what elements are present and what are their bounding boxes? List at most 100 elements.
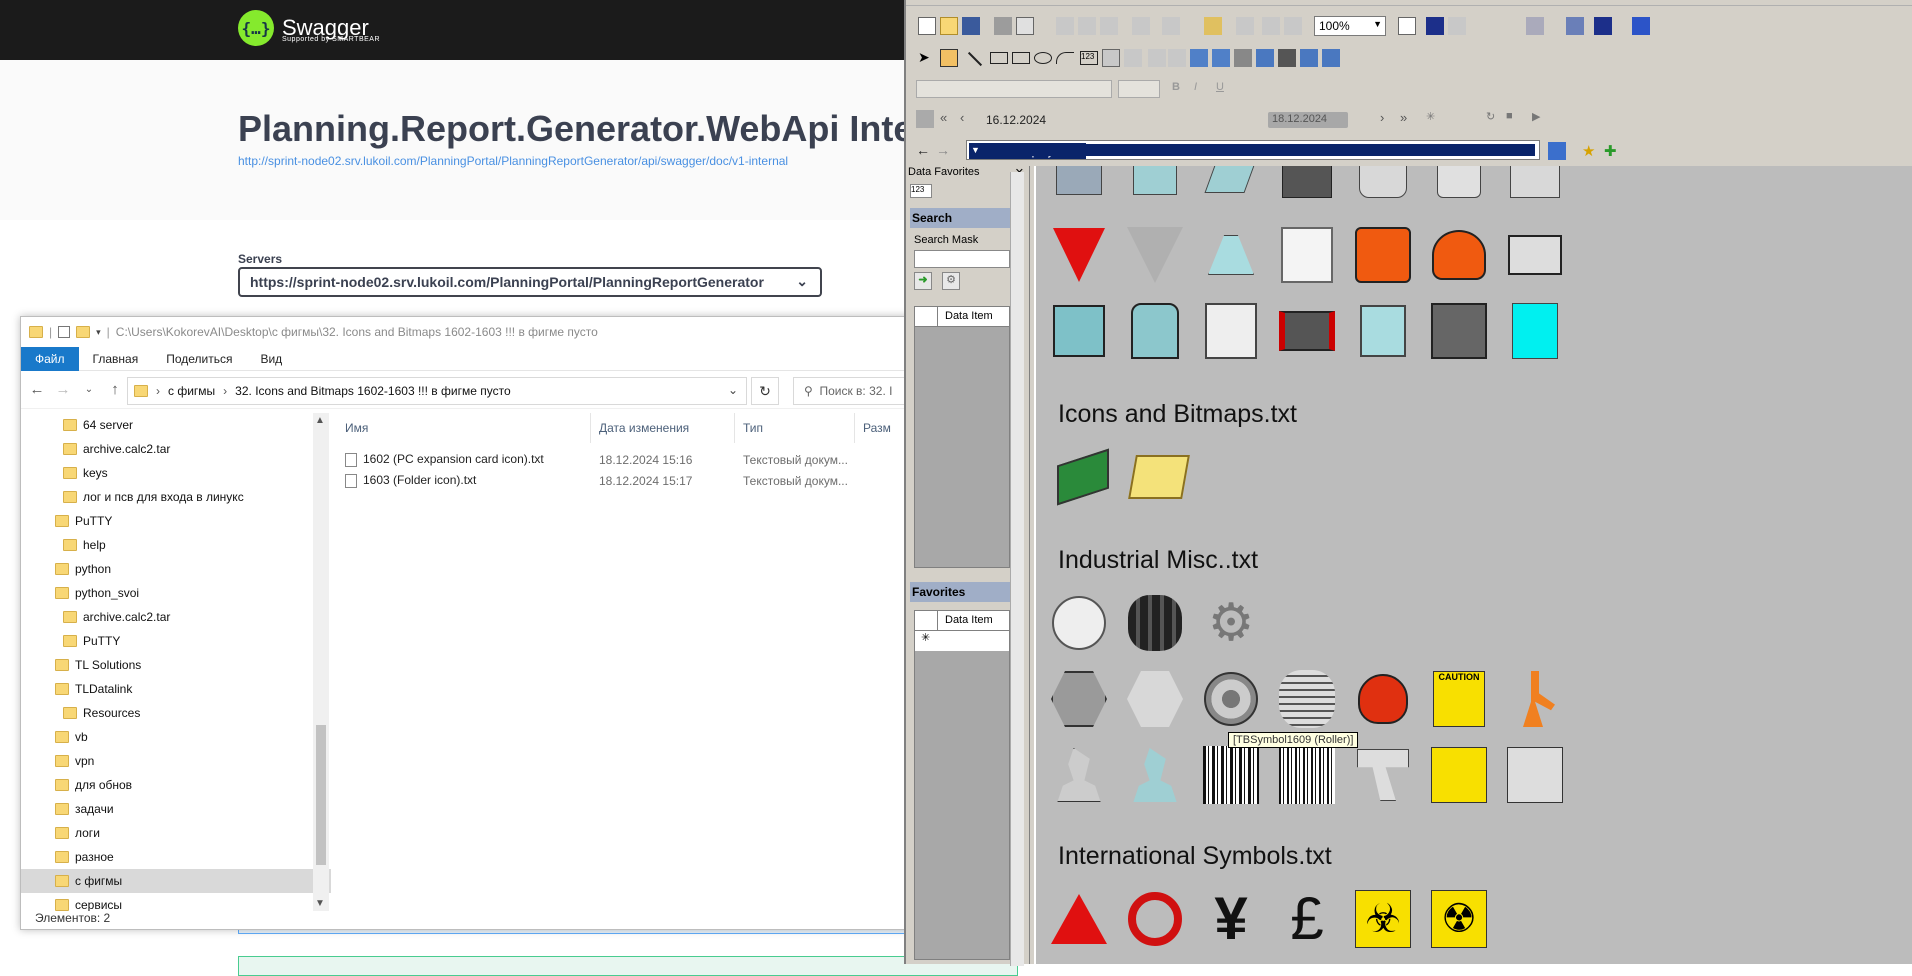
display-path-field[interactable]: D:\Distr\Display2.PDI▼: [966, 140, 1540, 160]
symbol-tile[interactable]: [1354, 302, 1412, 360]
time-range-icon[interactable]: [916, 110, 934, 128]
line-tool-icon[interactable]: [967, 51, 983, 67]
run-icon[interactable]: [1204, 17, 1222, 35]
step-back-icon[interactable]: ‹: [960, 110, 978, 128]
back-arrow-icon[interactable]: ←: [916, 142, 934, 160]
file-row[interactable]: 1603 (Folder icon).txt 18.12.2024 15:17 Те…: [337, 470, 911, 491]
ribbon-tab-home[interactable]: Главная: [79, 347, 153, 371]
spec-url-link[interactable]: http://sprint-node02.srv.lukoil.com/Plan…: [238, 154, 788, 168]
stop-icon[interactable]: ■: [1506, 110, 1524, 128]
symbol-tile[interactable]: [1430, 166, 1488, 204]
new-folder-icon[interactable]: [76, 326, 91, 338]
symbol-tile[interactable]: [1202, 670, 1260, 728]
tree-item[interactable]: vb: [21, 725, 331, 749]
data-item-column[interactable]: Data Item: [915, 307, 1009, 327]
save-icon[interactable]: [962, 17, 980, 35]
tree-item[interactable]: логи: [21, 821, 331, 845]
symbol-tile[interactable]: [1126, 226, 1184, 284]
open-folder-icon[interactable]: [940, 17, 958, 35]
warning-triangle-icon[interactable]: [1050, 890, 1108, 948]
rectangle-tool-icon[interactable]: [990, 52, 1008, 64]
operation-post[interactable]: [238, 956, 1018, 976]
now-icon[interactable]: ✳: [1426, 110, 1444, 128]
search-options-button[interactable]: ⚙: [942, 272, 960, 290]
caution-sign[interactable]: CAUTION: [1430, 670, 1488, 728]
info-icon[interactable]: [1448, 17, 1466, 35]
favorites-grid[interactable]: Data Item ✳: [914, 610, 1010, 960]
tree-item[interactable]: python_svoi: [21, 581, 331, 605]
column-size[interactable]: Разм: [855, 413, 911, 443]
help-icon[interactable]: [1426, 17, 1444, 35]
spring-symbol[interactable]: [1278, 670, 1336, 728]
print-icon[interactable]: [994, 17, 1012, 35]
symbol-tile[interactable]: [1202, 302, 1260, 360]
italic-icon[interactable]: I: [1194, 81, 1212, 99]
tree-item[interactable]: help: [21, 533, 331, 557]
symbol-tile[interactable]: [1050, 670, 1108, 728]
prohibited-icon[interactable]: [1126, 890, 1184, 948]
symbol-tile[interactable]: [1430, 302, 1488, 360]
step-forward-icon[interactable]: ›: [1380, 110, 1398, 128]
radiation-icon[interactable]: ☢: [1430, 890, 1488, 948]
calendar-icon[interactable]: [1322, 49, 1340, 67]
symbol-tile[interactable]: [1050, 226, 1108, 284]
barcode-symbol[interactable]: [1278, 746, 1336, 804]
home-icon[interactable]: [1548, 142, 1566, 160]
table-icon[interactable]: [1300, 49, 1318, 67]
play-icon[interactable]: [1594, 17, 1612, 35]
play-icon[interactable]: ▶: [1532, 110, 1550, 128]
spool-symbol[interactable]: [1506, 746, 1564, 804]
disk-symbol[interactable]: [1050, 594, 1108, 652]
robot-arm-symbol[interactable]: [1506, 670, 1564, 728]
scroll-up-icon[interactable]: ▲: [315, 415, 325, 426]
symbol-icon[interactable]: [1234, 49, 1252, 67]
pc-expansion-card-icon[interactable]: [1054, 448, 1112, 506]
symbol-tile[interactable]: [1126, 302, 1184, 360]
undo-icon[interactable]: [1132, 17, 1150, 35]
underline-icon[interactable]: U: [1216, 81, 1234, 99]
tree-item[interactable]: TL Solutions: [21, 653, 331, 677]
ribbon-tab-share[interactable]: Поделиться: [152, 347, 246, 371]
copy-icon[interactable]: [1078, 17, 1096, 35]
tree-item[interactable]: задачи: [21, 797, 331, 821]
measure-icon[interactable]: [1632, 17, 1650, 35]
tree-item[interactable]: 64 server: [21, 413, 331, 437]
tree-item[interactable]: python: [21, 557, 331, 581]
scanner-gun-symbol[interactable]: [1354, 746, 1412, 804]
control-icon[interactable]: [1278, 49, 1296, 67]
data-item-column[interactable]: Data Item: [915, 611, 1009, 631]
format-select[interactable]: 123: [910, 184, 932, 198]
ribbon-tab-view[interactable]: Вид: [246, 347, 296, 371]
symbol-tile[interactable]: [1202, 166, 1260, 204]
refresh-icon[interactable]: ↻: [1486, 110, 1504, 128]
tree-item[interactable]: Resources: [21, 701, 331, 725]
symbol-tile[interactable]: [1202, 226, 1260, 284]
symbol-tile[interactable]: [1050, 166, 1108, 204]
image-icon[interactable]: [1212, 49, 1230, 67]
symbol-tile[interactable]: [1278, 302, 1336, 360]
tree-item[interactable]: keys: [21, 461, 331, 485]
robot-arm-symbol[interactable]: [1050, 746, 1108, 804]
tree-item[interactable]: разное: [21, 845, 331, 869]
bar-chart-icon[interactable]: [1190, 49, 1208, 67]
back-arrow-icon[interactable]: ←: [29, 381, 45, 398]
quick-access-dropdown-icon[interactable]: ▾: [96, 327, 101, 338]
cut-icon[interactable]: [1056, 17, 1074, 35]
symbol-tile[interactable]: [1506, 302, 1564, 360]
symbol-tile[interactable]: [1354, 166, 1412, 204]
start-time-field[interactable]: 16.12.2024: [980, 110, 1260, 130]
tree-item[interactable]: PuTTY: [21, 509, 331, 533]
tree-item[interactable]: PuTTY: [21, 629, 331, 653]
redo-icon[interactable]: [1162, 17, 1180, 35]
tape-roll-symbol[interactable]: [1430, 746, 1488, 804]
search-mask-input[interactable]: [914, 250, 1010, 268]
arc-tool-icon[interactable]: [1056, 52, 1074, 64]
gear-icon[interactable]: ⚙: [1202, 594, 1260, 652]
go-search-button[interactable]: ➜: [914, 272, 932, 290]
button-tool-icon[interactable]: [1102, 49, 1120, 67]
column-date[interactable]: Дата изменения: [591, 413, 735, 443]
print-preview-icon[interactable]: [1016, 17, 1034, 35]
barcode-symbol[interactable]: [1202, 746, 1260, 804]
symbol-tile[interactable]: [1506, 166, 1564, 204]
servers-select[interactable]: https://sprint-node02.srv.lukoil.com/Pla…: [238, 267, 822, 297]
